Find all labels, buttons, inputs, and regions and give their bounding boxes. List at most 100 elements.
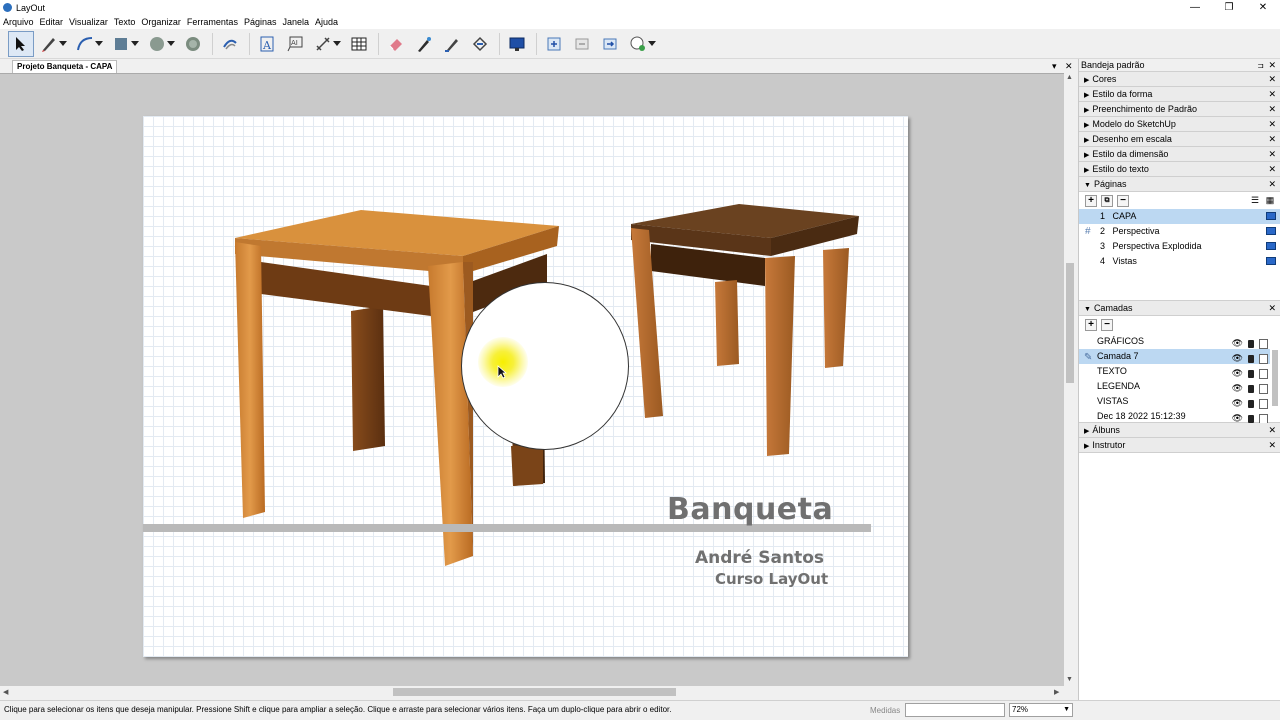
page-item-capa[interactable]: 1 CAPA	[1079, 209, 1280, 224]
canvas-vertical-scrollbar[interactable]: ▲ ▼	[1064, 73, 1076, 686]
style-tool-button[interactable]	[411, 31, 437, 57]
panel-close-icon[interactable]: ✕	[1268, 147, 1276, 162]
measures-field[interactable]	[905, 703, 1005, 717]
panel-close-icon[interactable]: ✕	[1268, 177, 1276, 192]
layer-item-vistas[interactable]: VISTAS 👁	[1079, 394, 1270, 409]
text-tool-button[interactable]: A	[254, 31, 280, 57]
cover-author[interactable]: André Santos	[695, 548, 824, 568]
cover-course[interactable]: Curso LayOut	[715, 570, 828, 588]
offset-tool-button[interactable]	[217, 31, 243, 57]
panel-close-icon[interactable]: ✕	[1268, 438, 1276, 453]
panel-estilo-forma[interactable]: ▶ Estilo da forma ✕	[1079, 87, 1280, 102]
lock-icon[interactable]	[1248, 414, 1254, 423]
shared-layer-icon[interactable]	[1259, 398, 1268, 409]
page-item-perspectiva[interactable]: #2 Perspectiva	[1079, 224, 1280, 239]
panel-estilo-texto[interactable]: ▶ Estilo do texto ✕	[1079, 162, 1280, 177]
layers-scroll-thumb[interactable]	[1272, 350, 1278, 406]
panel-instrutor[interactable]: ▶ Instrutor ✕	[1079, 438, 1280, 453]
panel-desenho-escala[interactable]: ▶ Desenho em escala ✕	[1079, 132, 1280, 147]
layer-item-legenda[interactable]: LEGENDA 👁	[1079, 379, 1270, 394]
panel-close-icon[interactable]: ✕	[1268, 87, 1276, 102]
menu-paginas[interactable]: Páginas	[244, 17, 277, 27]
menu-janela[interactable]: Janela	[282, 17, 309, 27]
panel-close-icon[interactable]: ✕	[1268, 72, 1276, 87]
panel-cores[interactable]: ▶ Cores ✕	[1079, 72, 1280, 87]
arc-tool-button[interactable]	[72, 31, 103, 57]
sketchup-model-button[interactable]	[625, 31, 656, 57]
shared-layer-icon[interactable]	[1259, 413, 1268, 424]
sketchup-model-dropdown[interactable]	[648, 40, 656, 46]
lock-icon[interactable]	[1248, 354, 1254, 363]
presentation-monitor-icon[interactable]	[1266, 242, 1276, 250]
layer-item-graficos[interactable]: GRÁFICOS 👁	[1079, 334, 1270, 349]
tab-menu-button[interactable]: ▾	[1052, 60, 1057, 73]
menu-ferramentas[interactable]: Ferramentas	[187, 17, 238, 27]
canvas-horizontal-scrollbar[interactable]: ◀ ▶	[0, 686, 1064, 698]
shared-layer-icon[interactable]	[1259, 338, 1268, 349]
pencil-tool-dropdown[interactable]	[59, 40, 67, 46]
menu-texto[interactable]: Texto	[114, 17, 136, 27]
add-layer-icon[interactable]: +	[1085, 319, 1097, 331]
tray-close-button[interactable]: ✕	[1268, 59, 1276, 72]
polygon-tool-button[interactable]	[180, 31, 206, 57]
rectangle-tool-button[interactable]	[108, 31, 139, 57]
cover-title[interactable]: Banqueta	[667, 492, 833, 527]
panel-albuns[interactable]: ▶ Álbuns ✕	[1079, 423, 1280, 438]
add-page-button[interactable]	[541, 31, 567, 57]
lock-icon[interactable]	[1248, 384, 1254, 393]
lock-icon[interactable]	[1248, 369, 1254, 378]
presentation-monitor-icon[interactable]	[1266, 227, 1276, 235]
menu-arquivo[interactable]: Arquivo	[3, 17, 34, 27]
menu-editar[interactable]: Editar	[40, 17, 64, 27]
shared-layer-icon[interactable]	[1259, 368, 1268, 379]
panel-close-icon[interactable]: ✕	[1268, 132, 1276, 147]
restore-button[interactable]: ❐	[1212, 0, 1246, 15]
page-item-perspectiva-explodida[interactable]: 3 Perspectiva Explodida	[1079, 239, 1280, 254]
dimension-tool-dropdown[interactable]	[333, 40, 341, 46]
layer-item-camada-7[interactable]: ✎ Camada 7 👁	[1079, 349, 1270, 364]
circle-tool-dropdown[interactable]	[167, 40, 175, 46]
menu-visualizar[interactable]: Visualizar	[69, 17, 108, 27]
add-page-icon[interactable]: +	[1085, 194, 1097, 207]
panel-close-icon[interactable]: ✕	[1268, 162, 1276, 177]
grid-view-icon[interactable]: ▦	[1264, 194, 1276, 206]
label-tool-button[interactable]: AI	[282, 31, 308, 57]
scroll-left-arrow-icon[interactable]: ◀	[3, 688, 8, 696]
scroll-up-arrow-icon[interactable]: ▲	[1066, 74, 1073, 81]
next-page-button[interactable]	[597, 31, 623, 57]
vertical-scroll-thumb[interactable]	[1066, 263, 1074, 383]
circle-tool-button[interactable]	[144, 31, 175, 57]
presentation-monitor-icon[interactable]	[1266, 257, 1276, 265]
close-button[interactable]: ✕	[1246, 0, 1280, 15]
tab-close-button[interactable]: ✕	[1065, 60, 1073, 73]
remove-page-icon[interactable]: −	[1117, 194, 1129, 207]
panel-paginas[interactable]: ▼ Páginas ✕	[1079, 177, 1280, 192]
scroll-right-arrow-icon[interactable]: ▶	[1054, 688, 1059, 696]
panel-close-icon[interactable]: ✕	[1268, 301, 1276, 316]
arc-tool-dropdown[interactable]	[95, 40, 103, 46]
duplicate-page-icon[interactable]: ⧉	[1101, 194, 1113, 207]
menu-ajuda[interactable]: Ajuda	[315, 17, 338, 27]
presentation-button[interactable]	[504, 31, 530, 57]
panel-close-icon[interactable]: ✕	[1268, 117, 1276, 132]
dimension-tool-button[interactable]	[310, 31, 341, 57]
minimize-button[interactable]: —	[1178, 0, 1212, 15]
zoom-select[interactable]: 72% ▼	[1009, 703, 1073, 717]
drawing-canvas[interactable]: Banqueta André Santos Curso LayOut	[0, 73, 1064, 686]
panel-close-icon[interactable]: ✕	[1268, 423, 1276, 438]
horizontal-scroll-thumb[interactable]	[393, 688, 676, 696]
panel-estilo-dimensao[interactable]: ▶ Estilo da dimensão ✕	[1079, 147, 1280, 162]
table-tool-button[interactable]	[346, 31, 372, 57]
scroll-down-arrow-icon[interactable]: ▼	[1066, 676, 1073, 683]
page-item-vistas[interactable]: 4 Vistas	[1079, 254, 1280, 269]
presentation-monitor-icon[interactable]	[1266, 212, 1276, 220]
document-tab[interactable]: Projeto Banqueta - CAPA	[12, 60, 118, 73]
rectangle-tool-dropdown[interactable]	[131, 40, 139, 46]
layer-item-texto[interactable]: TEXTO 👁	[1079, 364, 1270, 379]
layer-item-dec-18-2022[interactable]: Dec 18 2022 15:12:39 👁	[1079, 409, 1270, 424]
split-tool-button[interactable]	[439, 31, 465, 57]
join-tool-button[interactable]	[467, 31, 493, 57]
shared-layer-icon[interactable]	[1259, 383, 1268, 394]
lock-icon[interactable]	[1248, 399, 1254, 408]
panel-close-icon[interactable]: ✕	[1268, 102, 1276, 117]
